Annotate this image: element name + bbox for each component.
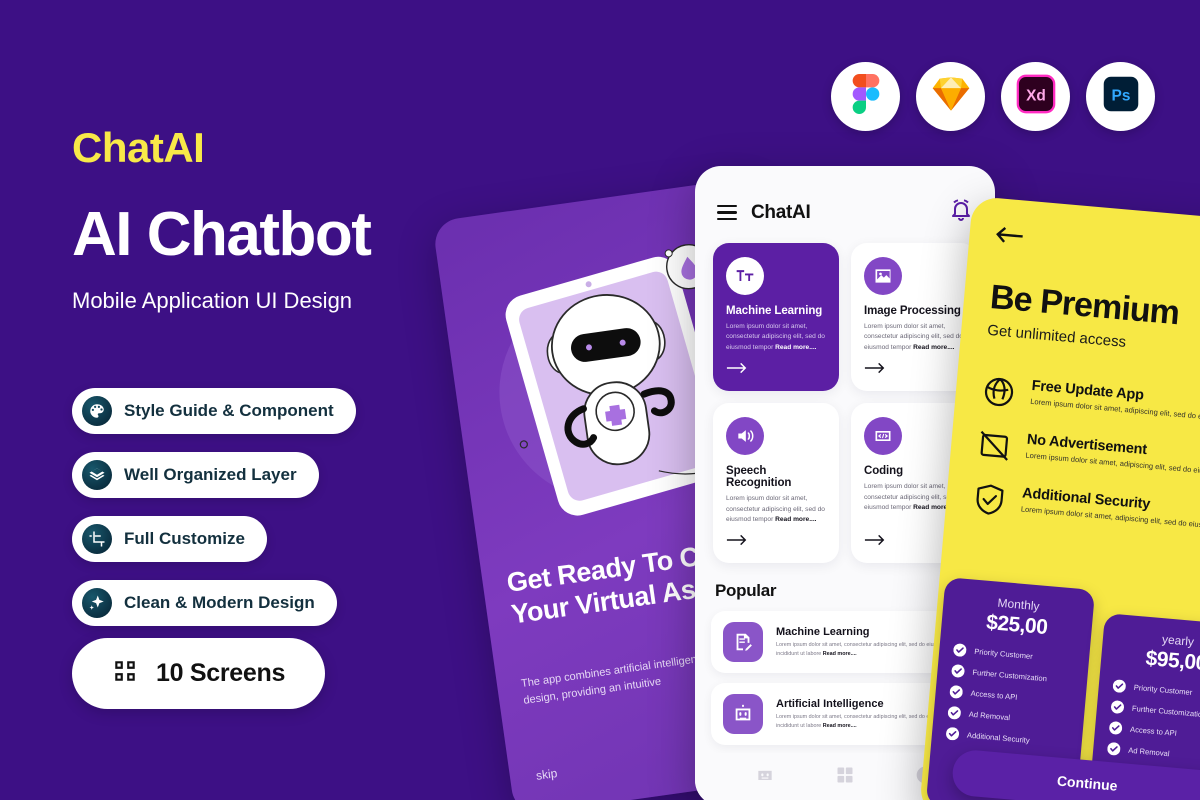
document-edit-icon [723,622,763,663]
figma-badge[interactable] [831,62,900,131]
premium-feature-security: Additional Security Lorem ipsum dolor si… [971,481,1200,540]
sparkle-icon [82,588,112,618]
screens-count-button[interactable]: 10 Screens [72,638,326,709]
plan-feature: Ad Removal [1107,742,1200,766]
plan-feature: Priority Customer [1112,679,1200,703]
feature-pill-modern-design[interactable]: Clean & Modern Design [72,580,337,626]
adobe-xd-icon: Xd [1016,74,1056,119]
layers-icon [82,460,112,490]
plan-feature-label: Ad Removal [968,709,1011,723]
palette-icon [82,396,112,426]
svg-text:Xd: Xd [1026,87,1046,104]
plan-feature-label: Additional Security [966,730,1031,745]
feature-card-title: Machine Learning [726,305,823,317]
plan-feature-label: Access to API [1129,724,1178,738]
page-subtitle: Mobile Application UI Design [72,288,353,313]
premium-feature-list: Free Update App Lorem ipsum dolor sit am… [969,374,1200,561]
app-header: ChatAI [695,166,995,227]
no-ads-icon [980,430,1009,461]
feature-pill-style-guide[interactable]: Style Guide & Component [72,388,356,434]
feature-card-machine-learning[interactable]: Machine Learning Lorem ipsum dolor sit a… [713,243,839,392]
screens-count-label: 10 Screens [156,659,286,687]
tool-badge-list: Xd Ps [831,62,1155,131]
feature-card-speech-recognition[interactable]: Speech Recognition Lorem ipsum dolor sit… [713,403,839,564]
feature-pill-customize[interactable]: Full Customize [72,516,267,562]
figma-icon [846,74,886,119]
plan-feature: Further Customization [1110,700,1200,724]
bell-icon[interactable] [949,198,973,227]
check-circle-icon [953,643,967,657]
check-circle-icon [1109,721,1123,735]
plan-feature: Further Customization [951,664,1074,688]
text-size-icon [726,257,764,295]
arrow-right-icon[interactable] [726,353,826,379]
feature-pill-label: Well Organized Layer [124,465,297,484]
check-circle-icon [1111,700,1125,714]
plan-feature: Additional Security [946,727,1069,751]
feature-pill-label: Style Guide & Component [124,401,334,420]
plan-feature-label: Further Customization [972,667,1048,684]
premium-feature-no-ads: No Advertisement Lorem ipsum dolor sit a… [976,427,1200,486]
check-circle-icon [1112,679,1126,693]
image-icon [864,257,902,295]
arrow-right-icon[interactable] [864,353,964,379]
grid-nav-icon[interactable] [835,765,855,790]
feature-card-body: Lorem ipsum dolor sit amet, consectetur … [864,323,963,351]
feature-card-body: Lorem ipsum dolor sit amet, consectetur … [726,323,825,351]
plan-feature: Access to API [1109,721,1200,745]
grid-icon [112,658,138,689]
check-circle-icon [951,664,965,678]
page-title: AI Chatbot [72,200,372,269]
feature-pill-layers[interactable]: Well Organized Layer [72,452,319,498]
poster-stage: ChatAI AI Chatbot Mobile Application UI … [0,0,1200,800]
feature-card-body: Lorem ipsum dolor sit amet, consectetur … [726,495,825,524]
feature-card-title: Image Processing [864,305,961,317]
plan-feature-label: Ad Removal [1127,745,1170,759]
check-circle-icon [946,727,960,741]
plan-feature-label: Priority Customer [1133,682,1193,697]
check-circle-icon [949,685,963,699]
brand-logo: ChatAI [72,124,205,171]
app-title: ChatAI [751,201,811,223]
speaker-icon [726,417,764,456]
globe-icon [984,377,1014,407]
code-icon [864,417,902,456]
photoshop-icon: Ps [1101,74,1141,119]
hamburger-icon[interactable] [717,204,737,221]
plan-feature: Access to API [949,685,1072,709]
onboarding-skip-link[interactable]: skip [535,766,558,783]
feature-pill-list: Style Guide & Component Well Organized L… [72,388,356,644]
premium-feature-text: Additional Security Lorem ipsum dolor si… [1020,485,1200,534]
sketch-badge[interactable] [916,62,985,131]
feature-pill-label: Clean & Modern Design [124,593,315,612]
check-circle-icon [1107,742,1121,756]
sketch-icon [931,74,971,119]
crop-icon [82,524,112,554]
photoshop-badge[interactable]: Ps [1086,62,1155,131]
robot-nav-icon[interactable] [755,765,775,790]
premium-feature-free-update: Free Update App Lorem ipsum dolor sit am… [981,374,1200,433]
svg-text:Ps: Ps [1111,87,1130,104]
feature-card-title: Speech Recognition [726,465,792,490]
plan-feature-label: Priority Customer [973,646,1034,661]
premium-feature-text: No Advertisement Lorem ipsum dolor sit a… [1025,432,1200,481]
popular-title: Popular [715,581,777,601]
header-left-group: ChatAI [717,201,811,224]
plan-feature: Priority Customer [953,643,1076,667]
adobe-xd-badge[interactable]: Xd [1001,62,1070,131]
robot-icon [723,694,763,735]
arrow-left-icon[interactable] [995,226,1025,249]
check-circle-icon [947,706,961,720]
plan-price: $95,00 [1144,646,1200,676]
plan-feature-label: Further Customization [1131,703,1200,720]
arrow-right-icon[interactable] [726,525,826,551]
plan-feature: Ad Removal [947,706,1070,730]
shield-check-icon [976,484,1004,515]
premium-feature-text: Free Update App Lorem ipsum dolor sit am… [1030,378,1200,427]
plan-feature-label: Access to API [970,688,1018,702]
feature-pill-label: Full Customize [124,529,245,548]
